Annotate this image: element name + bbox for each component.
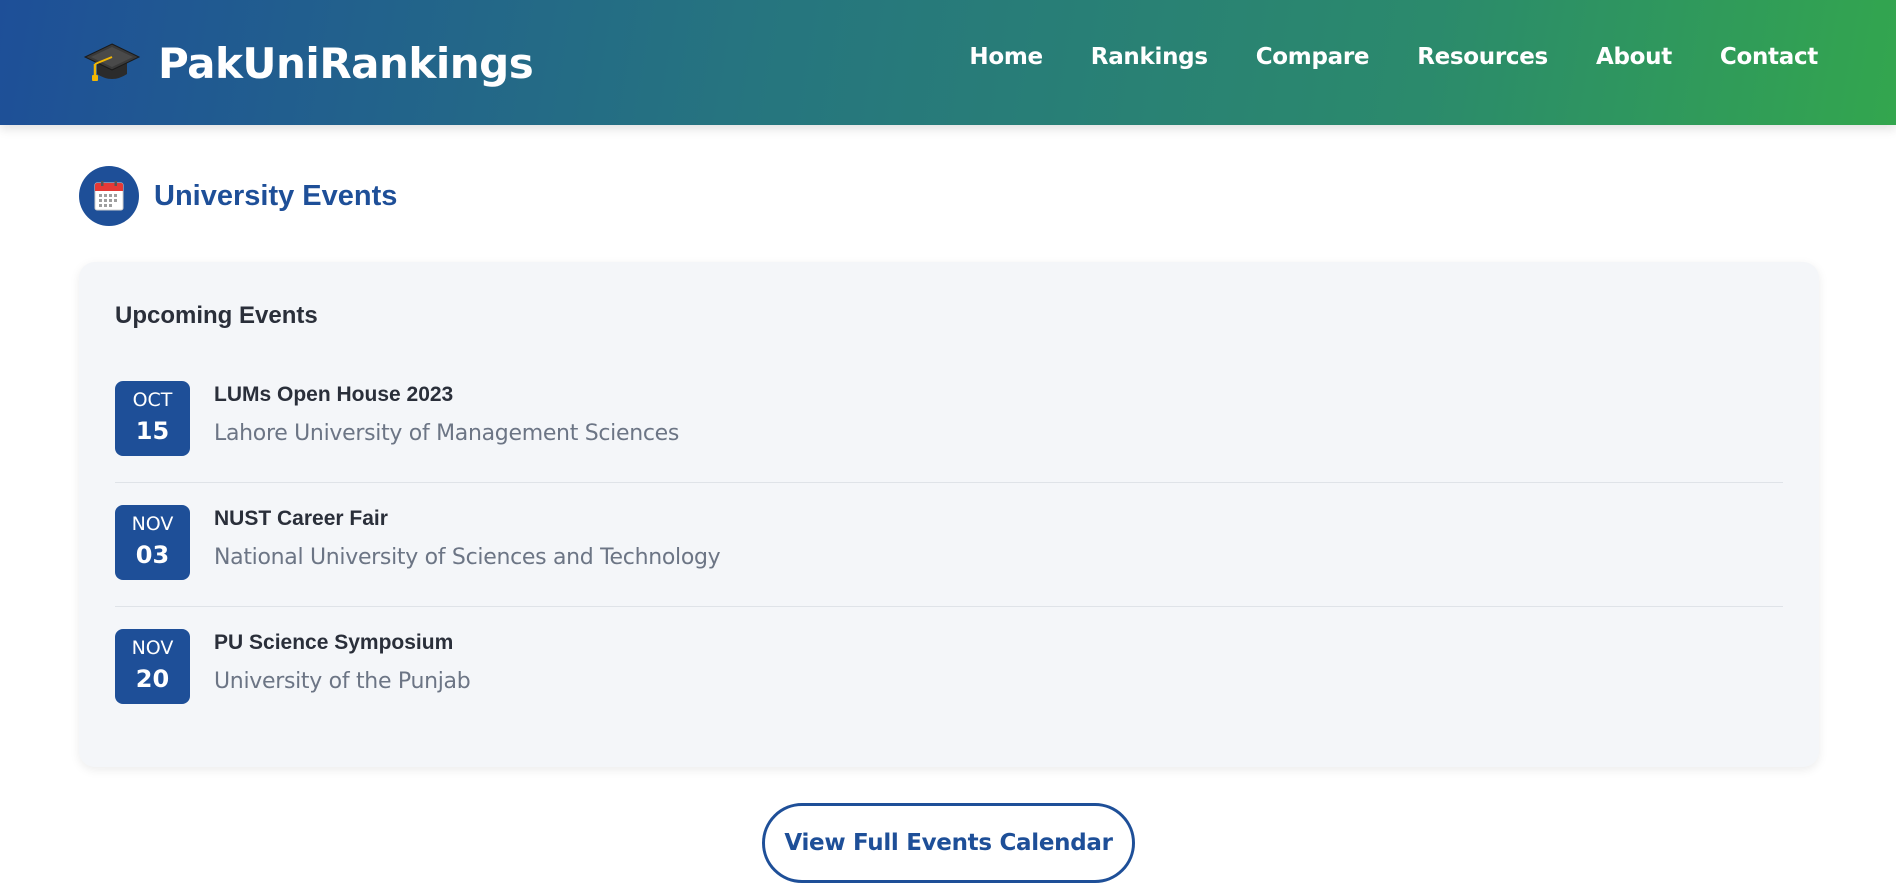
nav-about[interactable]: About: [1596, 44, 1672, 70]
nav-contact[interactable]: Contact: [1720, 44, 1818, 70]
event-month: OCT: [132, 389, 173, 411]
calendar-icon: [79, 166, 139, 226]
site-header: PakUniRankings Home Rankings Compare Res…: [0, 0, 1896, 125]
date-badge: NOV 03: [115, 505, 190, 580]
event-university: University of the Punjab: [214, 669, 471, 694]
main-nav: Home Rankings Compare Resources About Co…: [921, 44, 1818, 70]
nav-compare[interactable]: Compare: [1256, 44, 1370, 70]
upcoming-events-card: Upcoming Events OCT 15 LUMs Open House 2…: [79, 262, 1819, 767]
event-day: 03: [135, 541, 170, 569]
graduation-cap-icon: [82, 38, 142, 88]
event-month: NOV: [131, 637, 174, 659]
event-university: Lahore University of Management Sciences: [214, 421, 680, 446]
event-item[interactable]: OCT 15 LUMs Open House 2023 Lahore Unive…: [115, 359, 1783, 483]
view-events-calendar-button[interactable]: View Full Events Calendar: [762, 803, 1135, 883]
section-title: University Events: [154, 179, 398, 212]
event-month: NOV: [131, 513, 174, 535]
event-name: NUST Career Fair: [214, 507, 388, 530]
card-title: Upcoming Events: [115, 302, 318, 329]
event-item[interactable]: NOV 20 PU Science Symposium University o…: [115, 607, 1783, 731]
event-day: 15: [135, 417, 170, 445]
event-name: PU Science Symposium: [214, 631, 454, 654]
event-day: 20: [135, 665, 170, 693]
nav-resources[interactable]: Resources: [1417, 44, 1548, 70]
section-header: University Events: [79, 166, 397, 226]
event-item[interactable]: NOV 03 NUST Career Fair National Univers…: [115, 483, 1783, 607]
date-badge: OCT 15: [115, 381, 190, 456]
date-badge: NOV 20: [115, 629, 190, 704]
nav-home[interactable]: Home: [969, 44, 1043, 70]
brand-name: PakUniRankings: [158, 38, 534, 88]
event-name: LUMs Open House 2023: [214, 383, 454, 406]
nav-rankings[interactable]: Rankings: [1091, 44, 1208, 70]
brand-logo[interactable]: PakUniRankings: [82, 32, 534, 94]
event-university: National University of Sciences and Tech…: [214, 545, 721, 570]
